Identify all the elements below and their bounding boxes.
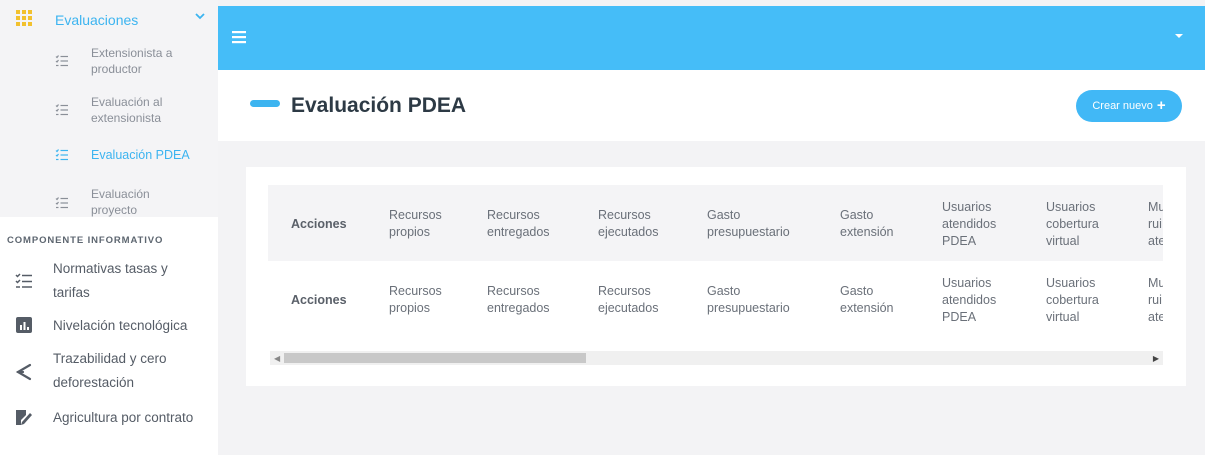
- sidebar-subitem-extensionista-productor[interactable]: Extensionista a productor: [0, 44, 218, 78]
- sidebar-subitem-evaluacion-extensionista[interactable]: Evaluación al extensionista: [0, 93, 218, 127]
- table-header-row: Acciones Recursos propios Recursos entrega…: [268, 185, 1163, 263]
- list-check-icon: [15, 273, 32, 288]
- column-header[interactable]: Gasto presupuestario: [707, 185, 827, 263]
- create-new-label: Crear nuevo: [1092, 100, 1153, 112]
- bar-chart-icon: [16, 317, 32, 333]
- column-footer: Acciones: [291, 292, 347, 307]
- scroll-right-arrow-icon[interactable]: ▶: [1153, 354, 1159, 363]
- sidebar-item-nivelacion[interactable]: Nivelación tecnológica: [0, 313, 218, 339]
- caret-down-icon[interactable]: [1175, 32, 1183, 40]
- sidebar-subitem-label: Evaluación: [91, 187, 150, 201]
- column-header[interactable]: Usuarios atendidos PDEA: [942, 185, 1032, 263]
- table-footer-row: Acciones Recursos propios Recursos entrega…: [268, 261, 1163, 339]
- sidebar-item-label: deforestación: [53, 375, 135, 390]
- title-accent-pill: [250, 100, 280, 107]
- sidebar-subitem-label: productor: [91, 62, 142, 76]
- top-bar: [218, 6, 1205, 70]
- column-header[interactable]: Recursos entregados: [487, 185, 587, 263]
- sidebar-item-normativas[interactable]: Normativas tasas y tarifas: [0, 257, 218, 307]
- column-header[interactable]: Recursos propios: [389, 185, 479, 263]
- sidebar-subitem-evaluacion-pdea[interactable]: Evaluación PDEA: [0, 146, 218, 166]
- column-header[interactable]: Usuarios cobertura virtual: [1046, 185, 1136, 263]
- chevron-down-icon[interactable]: [194, 10, 206, 22]
- section-title: COMPONENTE INFORMATIVO: [7, 235, 164, 246]
- sidebar-item-agricultura[interactable]: Agricultura por contrato: [0, 405, 218, 431]
- sidebar-subitem-label: extensionista: [91, 111, 162, 125]
- column-header[interactable]: Recursos ejecutados: [598, 185, 698, 263]
- sidebar-item-label: Normativas tasas y: [53, 261, 168, 276]
- data-table: Acciones Recursos propios Recursos entrega…: [268, 185, 1163, 340]
- column-footer: Usuarios cobertura virtual: [1046, 275, 1099, 324]
- column-footer: Recursos propios: [389, 284, 442, 315]
- grid-icon: [16, 10, 32, 26]
- hamburger-menu-icon[interactable]: [232, 30, 246, 44]
- column-header[interactable]: Acciones: [291, 185, 371, 263]
- page-title: Evaluación PDEA: [291, 94, 467, 117]
- document-sign-icon: [16, 410, 32, 425]
- sidebar: Evaluaciones Extensionista a productor E…: [0, 0, 218, 455]
- sidebar-item-trazabilidad[interactable]: Trazabilidad y cero deforestación: [0, 347, 218, 397]
- sidebar-item-label: Agricultura por contrato: [53, 410, 194, 425]
- scroll-left-arrow-icon[interactable]: ◀: [274, 354, 280, 363]
- create-new-button[interactable]: Crear nuevo +: [1076, 90, 1182, 122]
- column-footer: Gasto extensión: [840, 284, 894, 315]
- column-footer: Usuarios atendidos PDEA: [942, 275, 997, 324]
- column-footer: Mu rui ate: [1148, 275, 1163, 324]
- sidebar-item-label: tarifas: [53, 285, 90, 300]
- sidebar-subitem-label: Evaluación PDEA: [91, 148, 190, 162]
- sidebar-group-evaluaciones[interactable]: Evaluaciones: [0, 6, 218, 34]
- share-icon: [15, 363, 32, 381]
- horizontal-scrollbar[interactable]: ◀ ▶: [270, 351, 1163, 365]
- plus-icon: +: [1156, 97, 1166, 114]
- column-footer: Recursos ejecutados: [598, 284, 659, 315]
- sidebar-subitem-evaluacion-proyecto[interactable]: Evaluación proyecto: [0, 186, 218, 220]
- sidebar-item-label: Nivelación tecnológica: [53, 318, 188, 333]
- sidebar-subitem-label: proyecto: [91, 203, 138, 217]
- sidebar-subitem-label: Evaluación al: [91, 95, 163, 109]
- list-check-icon: [55, 104, 68, 116]
- list-check-icon: [55, 149, 68, 161]
- column-header[interactable]: Mu rui ate: [1148, 185, 1163, 263]
- table-card: Acciones Recursos propios Recursos entrega…: [246, 167, 1186, 386]
- list-check-icon: [55, 55, 68, 67]
- page-header: Evaluación PDEA Crear nuevo +: [218, 70, 1205, 141]
- column-footer: Recursos entregados: [487, 284, 550, 315]
- sidebar-group-label: Evaluaciones: [55, 12, 139, 28]
- column-header[interactable]: Gasto extensión: [840, 185, 930, 263]
- sidebar-item-label: Trazabilidad y cero: [53, 351, 167, 366]
- column-footer: Gasto presupuestario: [707, 284, 790, 315]
- scrollbar-thumb[interactable]: [284, 353, 586, 363]
- list-check-icon: [55, 197, 68, 209]
- sidebar-subitem-label: Extensionista a: [91, 46, 173, 60]
